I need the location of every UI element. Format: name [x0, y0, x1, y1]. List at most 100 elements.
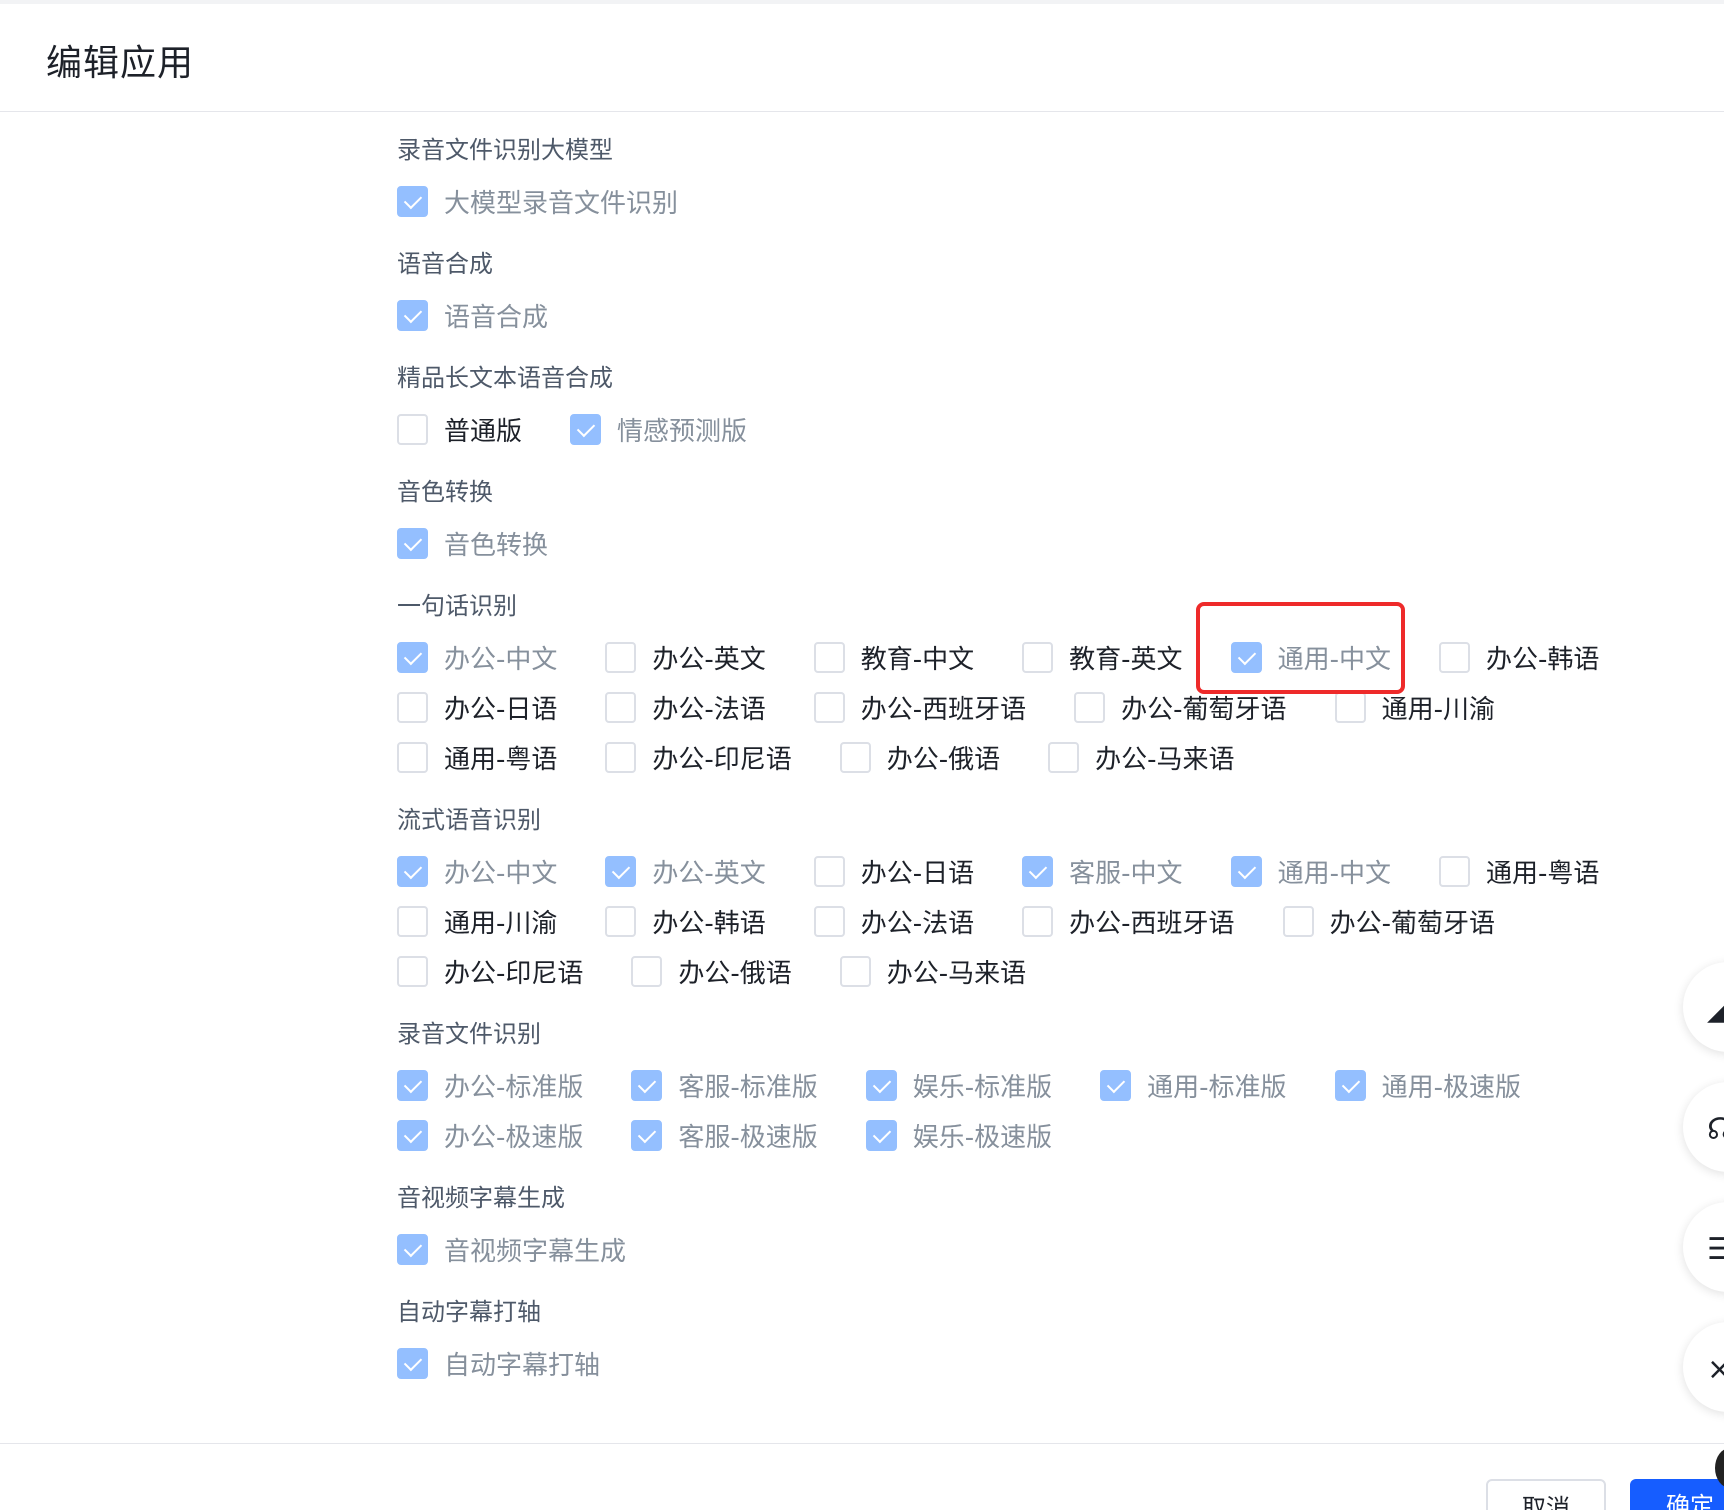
checkbox-option[interactable]: 通用-中文	[1230, 846, 1391, 896]
checkbox-option[interactable]: 办公-印尼语	[397, 946, 583, 996]
checkbox-checked-icon[interactable]	[397, 185, 428, 217]
checkbox-icon[interactable]	[397, 691, 428, 723]
checkbox-icon[interactable]	[397, 905, 428, 937]
dialog-header: 编辑应用	[0, 4, 1724, 112]
checkbox-checked-icon[interactable]	[397, 1069, 428, 1101]
section-title: 一句话识别	[397, 592, 517, 620]
checkbox-option[interactable]: 通用-极速版	[1334, 1060, 1521, 1110]
checkbox-checked-icon[interactable]	[397, 1347, 428, 1379]
checkbox-option[interactable]: 客服-中文	[1022, 846, 1183, 896]
checkbox-option[interactable]: 办公-中文	[397, 632, 557, 682]
checkbox-option[interactable]: 客服-标准版	[631, 1060, 818, 1110]
cancel-button[interactable]: 取消	[1486, 1479, 1606, 1510]
checkbox-option[interactable]: 办公-法语	[813, 896, 974, 946]
checkbox-checked-icon[interactable]	[1100, 1069, 1132, 1101]
section-title: 自动字幕打轴	[397, 1298, 541, 1326]
section-subtitle-generation: 音视频字幕生成 音视频字幕生成	[397, 1178, 1697, 1274]
section-title: 录音文件识别	[397, 1020, 541, 1048]
checkbox-icon[interactable]	[1282, 905, 1314, 937]
section-title: 音视频字幕生成	[397, 1184, 565, 1212]
checkbox-option[interactable]: 办公-日语	[813, 846, 974, 896]
checkbox-option[interactable]: 办公-标准版	[397, 1060, 583, 1110]
checkbox-checked-icon[interactable]	[1022, 855, 1054, 887]
checkbox-icon[interactable]	[1334, 691, 1366, 723]
checkbox-icon[interactable]	[1438, 641, 1470, 673]
checkbox-option[interactable]: 客服-极速版	[631, 1110, 818, 1160]
checkbox-icon[interactable]	[397, 741, 428, 773]
checkbox-checked-icon[interactable]	[865, 1069, 897, 1101]
section-voice-conversion: 音色转换 音色转换	[397, 472, 1697, 568]
checkbox-icon[interactable]	[605, 905, 637, 937]
checkbox-icon[interactable]	[605, 741, 637, 773]
checkbox-checked-icon[interactable]	[605, 855, 637, 887]
checkbox-option[interactable]: 办公-马来语	[1048, 732, 1235, 782]
checkbox-option[interactable]: 办公-西班牙语	[1022, 896, 1235, 946]
checkbox-checked-icon[interactable]	[1230, 855, 1262, 887]
checkbox-icon[interactable]	[1438, 855, 1470, 887]
checkbox-checked-icon[interactable]	[397, 1119, 428, 1151]
checkbox-checked-icon[interactable]	[1334, 1069, 1366, 1101]
checkbox-icon[interactable]	[813, 905, 845, 937]
section-recording-file-recognition: 录音文件识别 办公-标准版 客服-标准版 娱乐-标准版 通用-标准版 通用-极速…	[397, 1014, 1697, 1160]
checkbox-checked-icon[interactable]	[631, 1069, 663, 1101]
checkbox-option[interactable]: 办公-法语	[605, 682, 766, 732]
checkbox-option[interactable]: 办公-日语	[397, 682, 557, 732]
section-sentence-recognition: 一句话识别 办公-中文 办公-英文 教育-中文 教育-英文 通用-中文 办公-韩…	[397, 586, 1697, 782]
checkbox-option[interactable]: 情感预测版	[570, 404, 747, 454]
checkbox-icon[interactable]	[1074, 691, 1106, 723]
checkbox-icon[interactable]	[1022, 905, 1054, 937]
checkbox-icon[interactable]	[813, 855, 845, 887]
checkbox-option[interactable]: 大模型录音文件识别	[397, 176, 678, 226]
checkbox-checked-icon[interactable]	[397, 641, 428, 673]
checkbox-icon[interactable]	[839, 741, 871, 773]
checkbox-option[interactable]: 普通版	[397, 404, 522, 454]
checkbox-icon[interactable]	[813, 691, 845, 723]
checkbox-icon[interactable]	[605, 691, 637, 723]
checkbox-option[interactable]: 语音合成	[397, 290, 548, 340]
checkbox-option[interactable]: 通用-标准版	[1100, 1060, 1287, 1110]
checkbox-checked-icon[interactable]	[397, 1233, 428, 1265]
checkbox-option[interactable]: 办公-西班牙语	[813, 682, 1026, 732]
checkbox-option[interactable]: 办公-印尼语	[605, 732, 792, 782]
checkbox-option[interactable]: 娱乐-极速版	[865, 1110, 1052, 1160]
checkbox-option[interactable]: 办公-俄语	[631, 946, 792, 996]
checkbox-option[interactable]: 音视频字幕生成	[397, 1224, 626, 1274]
checkbox-icon[interactable]	[813, 641, 845, 673]
checkbox-option[interactable]: 办公-英文	[605, 632, 766, 682]
checkbox-option[interactable]: 办公-俄语	[839, 732, 1000, 782]
checkbox-option[interactable]: 办公-中文	[397, 846, 557, 896]
confirm-button[interactable]: 确定	[1630, 1479, 1724, 1510]
checkbox-option[interactable]: 教育-英文	[1022, 632, 1183, 682]
checkbox-option[interactable]: 音色转换	[397, 518, 548, 568]
close-icon: ×	[1707, 1352, 1724, 1387]
checkbox-option[interactable]: 娱乐-标准版	[865, 1060, 1052, 1110]
checkbox-option[interactable]: 办公-韩语	[605, 896, 766, 946]
checkbox-option[interactable]: 办公-英文	[605, 846, 766, 896]
checkbox-option[interactable]: 通用-川渝	[397, 896, 557, 946]
section-title: 精品长文本语音合成	[397, 364, 613, 392]
checkbox-option[interactable]: 通用-粤语	[1438, 846, 1599, 896]
checkbox-icon[interactable]	[397, 955, 428, 987]
checkbox-icon[interactable]	[1048, 741, 1080, 773]
checkbox-icon[interactable]	[839, 955, 871, 987]
checkbox-icon[interactable]	[397, 413, 428, 445]
triangle-logo-icon: ◢	[1707, 992, 1724, 1027]
checkbox-option[interactable]: 办公-葡萄牙语	[1282, 896, 1495, 946]
checkbox-icon[interactable]	[1022, 641, 1054, 673]
checkbox-checked-icon[interactable]	[865, 1119, 897, 1151]
checkbox-option[interactable]: 教育-中文	[813, 632, 974, 682]
section-title: 流式语音识别	[397, 806, 541, 834]
checkbox-checked-icon[interactable]	[397, 855, 428, 887]
checkbox-option[interactable]: 办公-极速版	[397, 1110, 583, 1160]
checkbox-icon[interactable]	[605, 641, 637, 673]
checkbox-checked-icon[interactable]	[397, 299, 428, 331]
checkbox-option[interactable]: 通用-粤语	[397, 732, 557, 782]
checkbox-checked-icon[interactable]	[570, 413, 602, 445]
checkbox-option[interactable]: 自动字幕打轴	[397, 1338, 600, 1388]
checkbox-option[interactable]: 办公-韩语	[1438, 632, 1599, 682]
checkbox-checked-icon[interactable]	[397, 527, 428, 559]
checkbox-icon[interactable]	[631, 955, 663, 987]
section-streaming-recognition: 流式语音识别 办公-中文 办公-英文 办公-日语 客服-中文 通用-中文 通用-…	[397, 800, 1697, 996]
checkbox-option[interactable]: 办公-马来语	[839, 946, 1026, 996]
checkbox-checked-icon[interactable]	[631, 1119, 663, 1151]
